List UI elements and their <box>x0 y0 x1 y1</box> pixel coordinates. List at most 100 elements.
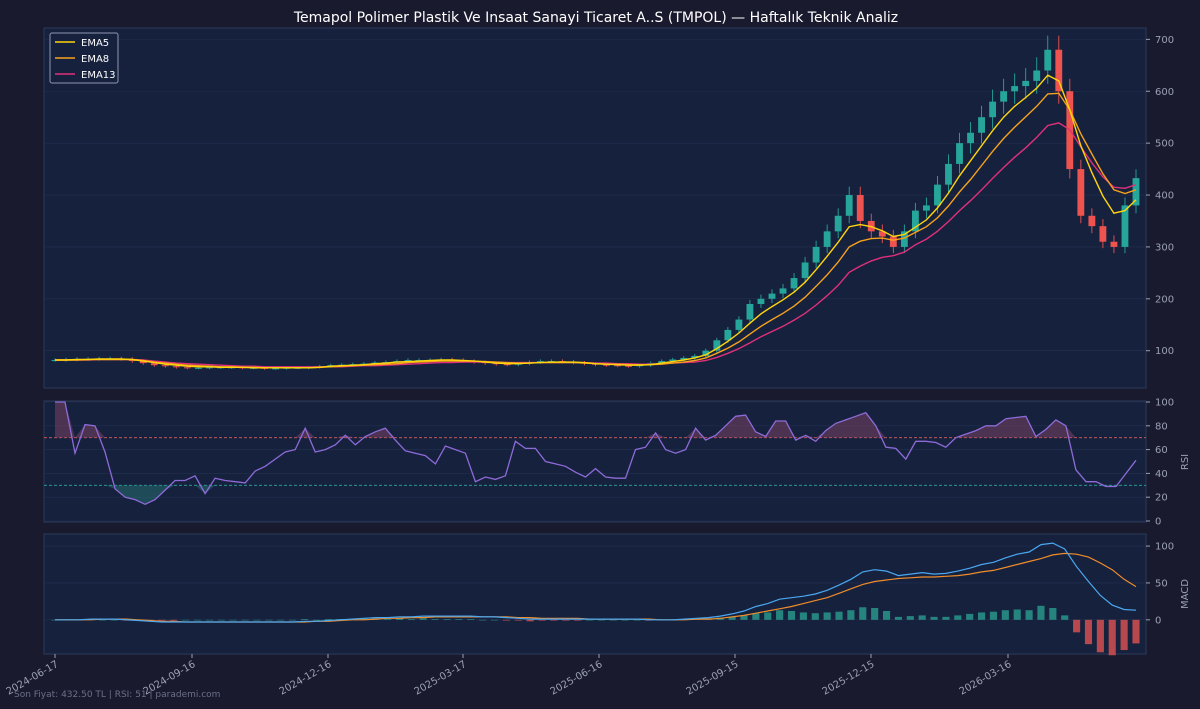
macd-histogram-bar <box>253 619 261 621</box>
candle-body <box>746 303 754 320</box>
candle-body <box>845 195 853 216</box>
chart-title: Temapol Polimer Plastik Ve Insaat Sanayi… <box>293 10 898 26</box>
macd-histogram-bar <box>1061 615 1069 620</box>
macd-histogram-bar <box>942 616 950 620</box>
candle-body <box>934 184 941 206</box>
footer-text: Son Fiyat: 432.50 TL | RSI: 51 | paradem… <box>14 690 220 700</box>
candle-body <box>989 101 997 118</box>
candle-body <box>172 366 180 368</box>
legend-label-ema8: EMA8 <box>81 54 109 65</box>
macd-histogram-bar <box>562 619 570 621</box>
candle-body <box>183 367 191 369</box>
macd-histogram-bar <box>431 619 439 620</box>
macd-histogram-bar <box>265 619 273 621</box>
macd-histogram-bar <box>597 619 606 621</box>
macd-histogram-bar <box>1108 619 1116 656</box>
rsi-tick-label: 60 <box>1155 445 1168 456</box>
macd-histogram-bar <box>158 619 166 621</box>
legend-label-ema5: EMA5 <box>81 38 109 49</box>
candle-body <box>735 319 743 330</box>
candle-body <box>1033 70 1041 81</box>
macd-histogram-bar <box>98 619 107 621</box>
macd-histogram-bar <box>989 611 998 620</box>
candle-body <box>779 288 787 294</box>
macd-histogram-bar <box>1025 610 1033 620</box>
macd-histogram-bar <box>894 616 902 620</box>
macd-histogram-bar <box>217 619 225 621</box>
macd-histogram-bar <box>574 619 582 621</box>
price-tick-label: 100 <box>1155 346 1174 357</box>
macd-histogram-bar <box>906 616 914 620</box>
candle-body <box>757 298 765 304</box>
macd-histogram-bar <box>289 619 297 621</box>
candle-body <box>812 246 820 263</box>
macd-histogram-bar <box>502 619 510 621</box>
macd-histogram-bar <box>978 612 986 620</box>
candle-body <box>889 236 897 247</box>
candle-body <box>790 278 798 289</box>
macd-histogram-bar <box>799 612 807 620</box>
macd-histogram-bar <box>229 619 237 621</box>
macd-histogram-bar <box>241 619 249 621</box>
rsi-tick-label: 80 <box>1155 421 1168 432</box>
macd-histogram-bar <box>1013 609 1021 620</box>
macd-histogram-bar <box>467 619 475 620</box>
macd-histogram-bar <box>479 619 487 621</box>
macd-histogram-bar <box>823 612 831 620</box>
candle-body <box>834 215 842 232</box>
macd-histogram-bar <box>954 615 962 620</box>
rsi-axis-label: RSI <box>1180 454 1191 470</box>
candle-body <box>856 195 864 221</box>
macd-histogram-bar <box>490 619 499 621</box>
candle-body <box>967 132 974 144</box>
price-tick-label: 400 <box>1155 191 1174 202</box>
macd-axis-label: MACD <box>1180 579 1191 609</box>
macd-histogram-bar <box>621 619 629 621</box>
macd-histogram-bar <box>1120 619 1128 651</box>
candle-body <box>194 367 202 369</box>
macd-histogram-bar <box>1096 619 1104 653</box>
macd-histogram-bar <box>1037 605 1045 620</box>
price-tick-label: 300 <box>1155 242 1174 253</box>
price-tick-label: 200 <box>1155 294 1174 305</box>
macd-histogram-bar <box>300 619 309 620</box>
legend: EMA5 EMA8 EMA13 <box>49 32 119 84</box>
macd-histogram-bar <box>918 615 926 620</box>
candle-body <box>1088 215 1096 227</box>
macd-histogram-bar <box>277 619 285 621</box>
macd-histogram-bar <box>859 607 867 620</box>
price-tick-label: 500 <box>1155 139 1174 150</box>
macd-histogram-bar <box>407 619 415 620</box>
candle-body <box>956 143 963 164</box>
candle-body <box>1110 241 1118 247</box>
candle-body <box>945 163 952 185</box>
macd-histogram-bar <box>1132 619 1140 644</box>
price-panel <box>43 27 1147 389</box>
chart: Temapol Polimer Plastik Ve Insaat Sanayi… <box>0 0 1200 709</box>
macd-tick-label: 100 <box>1155 542 1174 553</box>
macd-tick-label: 50 <box>1155 578 1168 589</box>
candle-body <box>1022 80 1030 87</box>
macd-histogram-bar <box>882 610 891 620</box>
candle-body <box>1000 91 1008 102</box>
macd-histogram-bar <box>193 619 202 621</box>
price-tick-label: 700 <box>1155 35 1174 46</box>
rsi-panel <box>43 400 1147 523</box>
macd-histogram-bar <box>384 619 392 620</box>
macd-histogram-bar <box>1049 608 1057 620</box>
macd-histogram-bar <box>419 618 427 620</box>
rsi-tick-label: 0 <box>1155 517 1161 528</box>
macd-histogram-bar <box>205 619 213 621</box>
macd-histogram-bar <box>312 619 320 621</box>
macd-histogram-bar <box>550 619 558 621</box>
macd-histogram-bar <box>966 613 974 620</box>
macd-histogram-bar <box>633 619 641 621</box>
candle-body <box>1077 169 1085 216</box>
macd-histogram-bar <box>1001 610 1009 620</box>
candle-body <box>922 205 930 211</box>
legend-label-ema13: EMA13 <box>81 70 116 81</box>
rsi-tick-label: 100 <box>1155 398 1174 409</box>
candle-body <box>1055 49 1063 92</box>
macd-histogram-bar <box>764 612 772 620</box>
macd-histogram-bar <box>538 619 546 621</box>
